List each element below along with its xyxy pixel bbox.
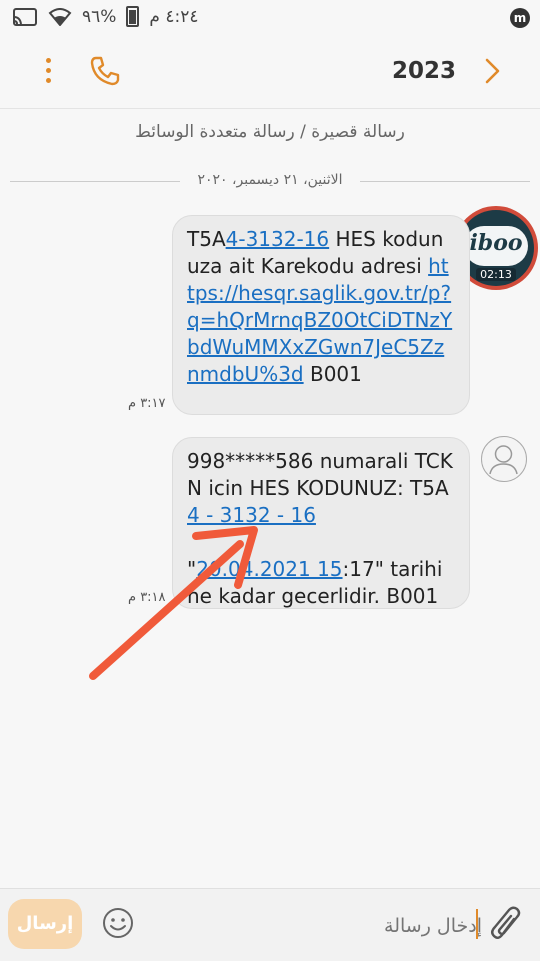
battery-icon [126, 6, 140, 27]
conversation-title: 2023 [391, 58, 456, 84]
phone-icon[interactable] [88, 54, 122, 88]
contact-avatar[interactable] [481, 436, 527, 482]
more-options-icon[interactable] [38, 58, 58, 86]
code-link[interactable]: 4-3132-16 [226, 227, 330, 251]
battery-percent: %٩٦ [82, 6, 117, 27]
message-text: T5A [187, 227, 226, 251]
chevron-right-icon[interactable] [478, 56, 506, 86]
status-icons: ٤:٢٤ م %٩٦ [12, 6, 198, 27]
header: 2023 [0, 34, 540, 109]
text-cursor [476, 909, 478, 939]
message-text: " [187, 557, 197, 581]
wifi-icon [48, 7, 72, 26]
status-bar: ٤:٢٤ م %٩٦ m [0, 0, 540, 34]
message-text: 998*****586 numarali TCKN icin HES KODUN… [187, 449, 453, 500]
composer-bar: إرسال [0, 888, 540, 961]
date-link[interactable]: 20.04.2021 15 [196, 557, 342, 581]
message-type-label: رسالة قصيرة / رسالة متعددة الوسائط [135, 122, 405, 142]
message-input[interactable] [150, 903, 484, 949]
avatar-duration: 02:13 [476, 268, 516, 281]
app-notification-icon: m [510, 8, 530, 28]
send-button[interactable]: إرسال [8, 899, 82, 949]
emoji-icon[interactable] [102, 907, 134, 939]
clock: ٤:٢٤ م [149, 6, 199, 27]
paperclip-icon[interactable] [490, 905, 524, 945]
message-timestamp: ٣:١٨ م [128, 590, 166, 605]
message-text: B001 [303, 362, 362, 386]
person-icon [489, 445, 518, 475]
message-bubble[interactable]: T5A4-3132-16 HES kodunuza ait Karekodu a… [172, 215, 470, 415]
code-link[interactable]: 4 - 3132 - 16 [187, 503, 316, 527]
date-separator: الاثنين، ٢١ ديسمبر، ٢٠٢٠ [10, 170, 530, 194]
message-bubble[interactable]: 998*****586 numarali TCKN icin HES KODUN… [172, 437, 470, 609]
cast-icon [13, 7, 37, 26]
divider [360, 181, 530, 182]
message-timestamp: ٣:١٧ م [128, 396, 166, 411]
date-label: الاثنين، ٢١ ديسمبر، ٢٠٢٠ [197, 172, 343, 188]
